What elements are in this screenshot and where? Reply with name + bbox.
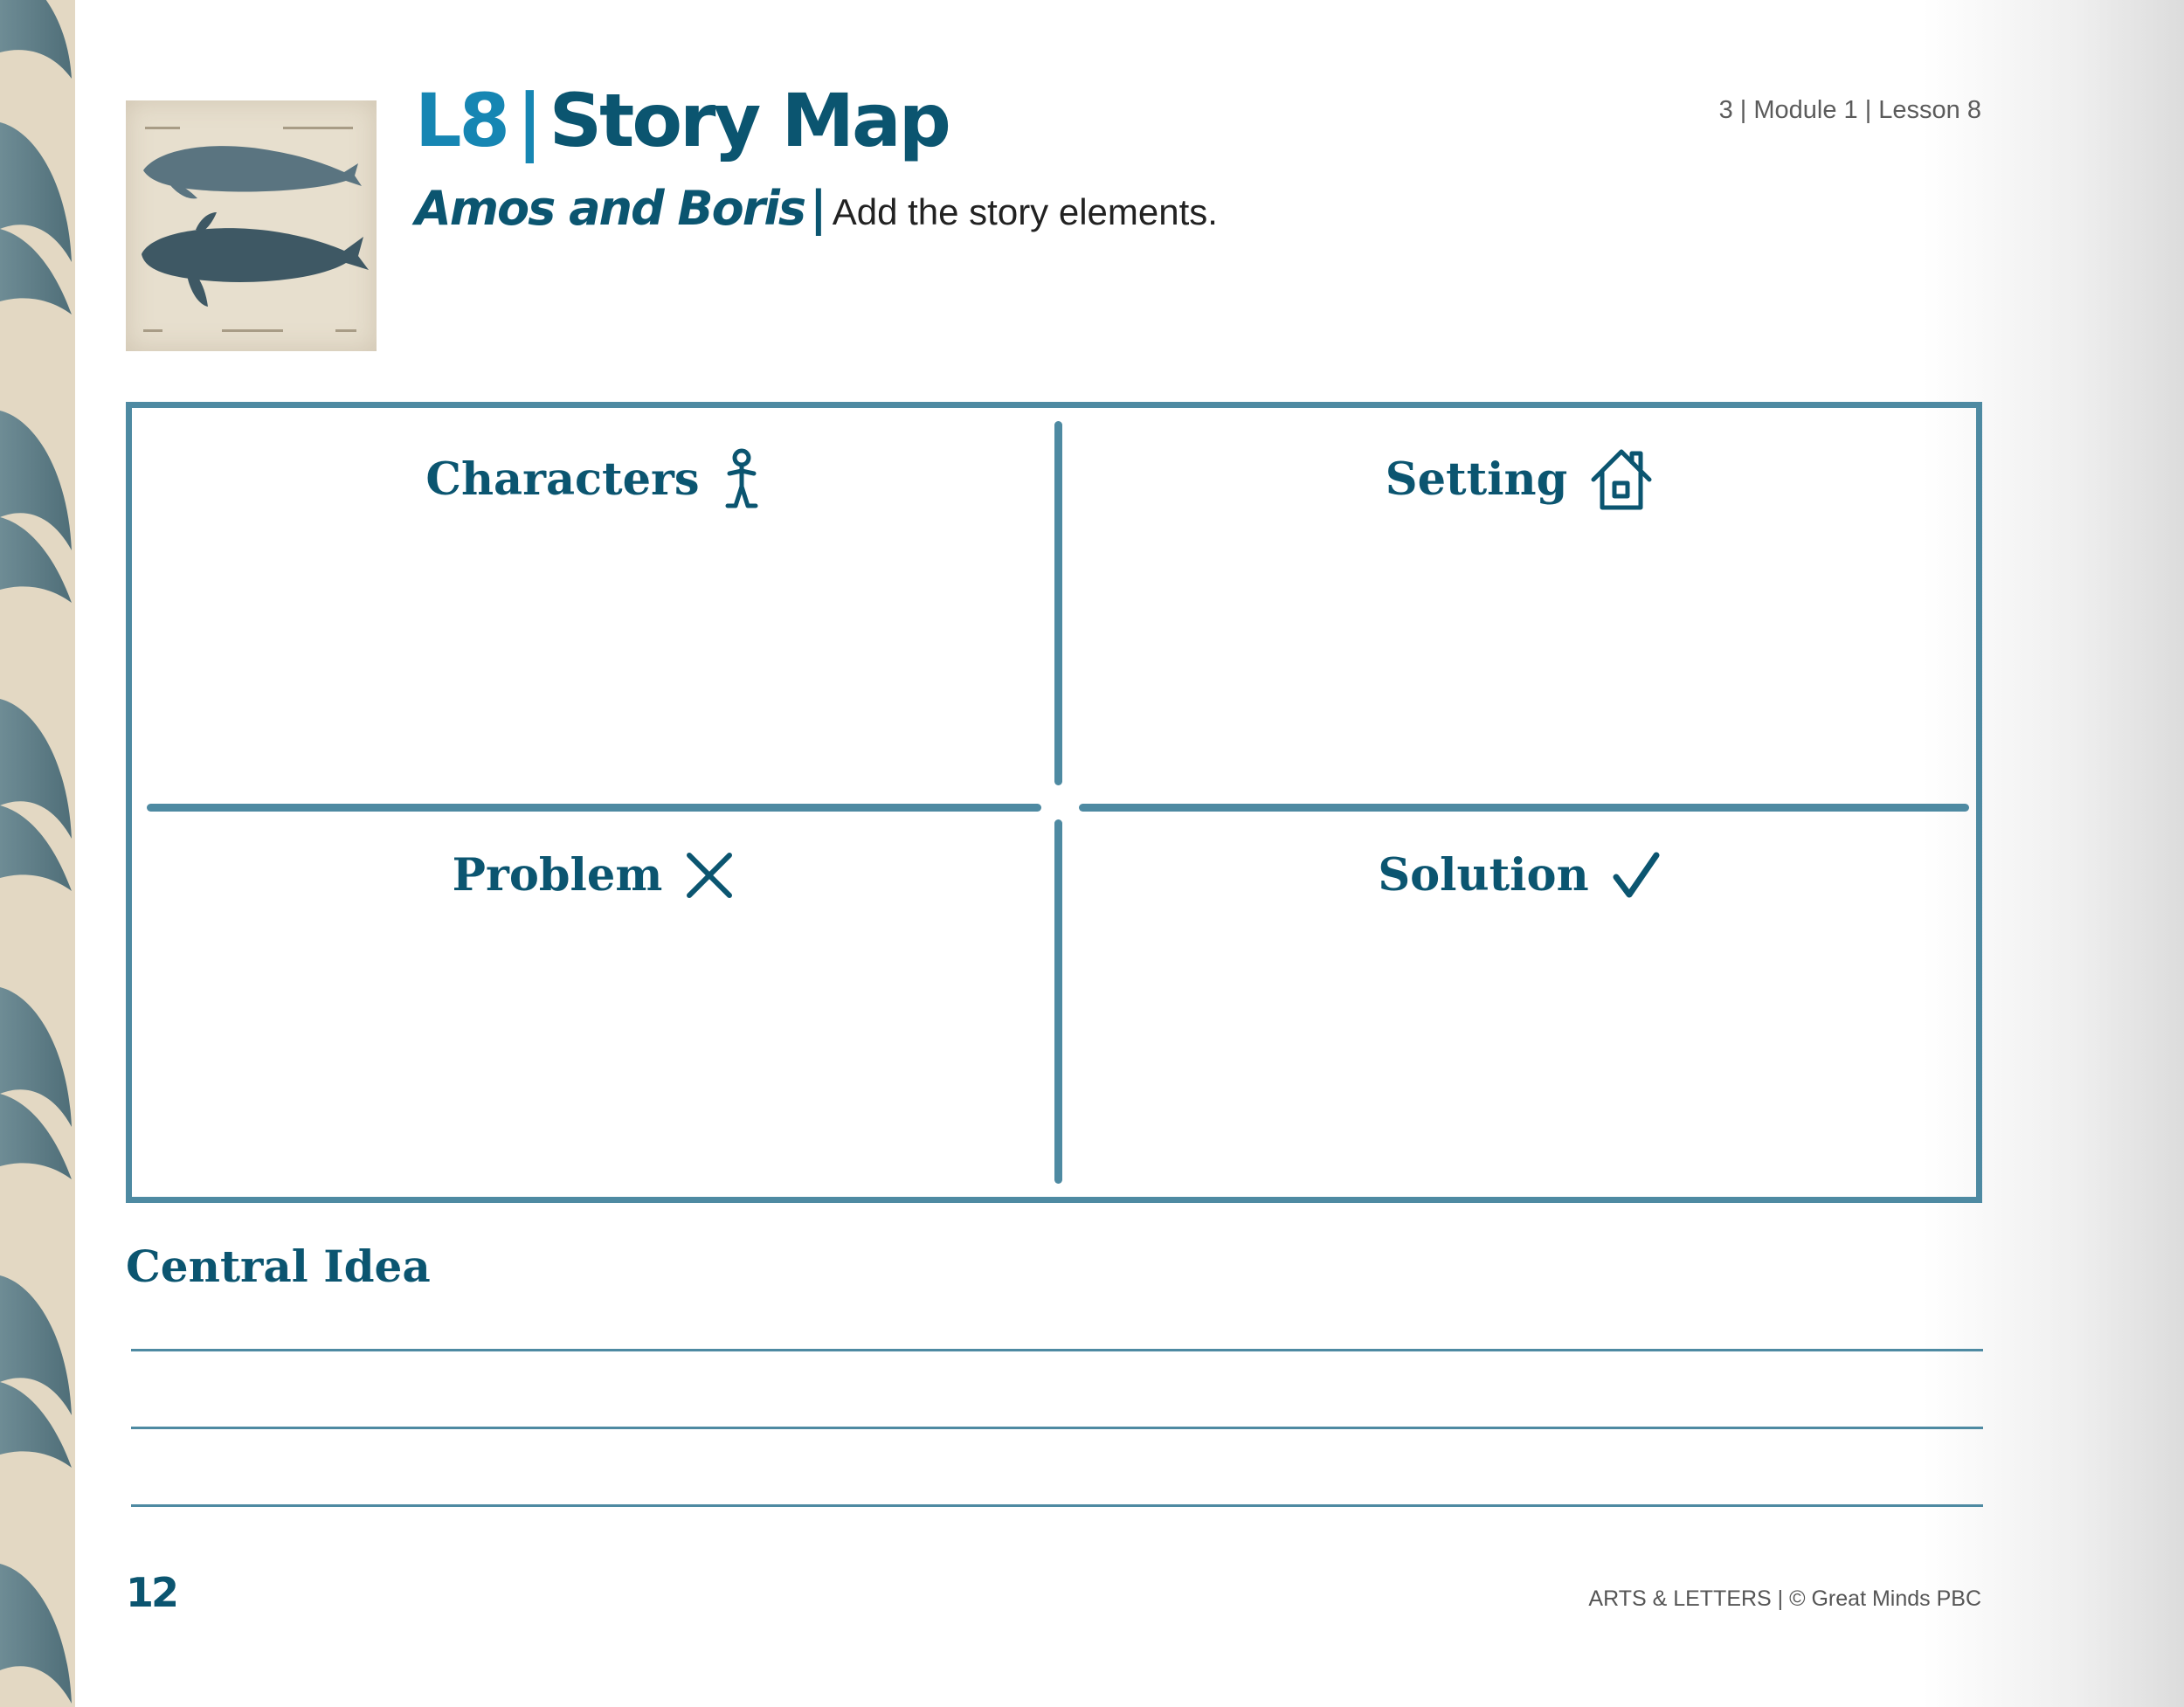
solution-label: Solution	[1378, 849, 1589, 902]
cell-characters[interactable]: Characters	[132, 445, 1054, 515]
vertical-divider-top	[1054, 421, 1062, 785]
cell-setting[interactable]: Setting	[1062, 445, 1976, 515]
checkmark-icon	[1613, 852, 1660, 898]
central-idea-writing-line[interactable]	[131, 1427, 1983, 1429]
page-number: 12	[126, 1569, 179, 1616]
decorative-edge-strip	[0, 0, 75, 1707]
central-idea-writing-line[interactable]	[131, 1504, 1983, 1507]
vertical-divider	[1054, 421, 1062, 1184]
vertical-divider-bottom	[1054, 819, 1062, 1184]
house-icon	[1591, 449, 1652, 510]
instruction-text: Add the story elements.	[832, 191, 1218, 232]
stick-figure-icon	[725, 448, 758, 508]
cell-problem[interactable]: Problem	[132, 840, 1054, 910]
book-title: Amos and Boris	[415, 181, 806, 236]
subtitle-separator: |	[809, 181, 827, 236]
footer-credit: ARTS & LETTERS | © Great Minds PBC	[1588, 1586, 1981, 1611]
whale-tail-pattern-icon	[0, 0, 72, 1704]
page-subtitle: Amos and Boris | Add the story elements.	[415, 185, 1218, 232]
page-title-text: Story Map	[549, 78, 951, 163]
whale-illustration-thumbnail	[126, 100, 377, 351]
lesson-code: L8	[415, 78, 510, 163]
horizontal-divider-left	[147, 804, 1041, 812]
cell-solution[interactable]: Solution	[1062, 840, 1976, 910]
central-idea-writing-line[interactable]	[131, 1349, 1983, 1351]
horizontal-divider-right	[1079, 804, 1969, 812]
setting-label: Setting	[1385, 453, 1568, 506]
lesson-reference: 3 | Module 1 | Lesson 8	[1718, 96, 1981, 124]
problem-label: Problem	[452, 849, 663, 902]
x-mark-icon	[687, 853, 733, 898]
title-separator: |	[515, 78, 543, 163]
characters-label: Characters	[425, 453, 700, 506]
central-idea-heading: Central Idea	[126, 1241, 431, 1292]
whale-illustration-icon	[142, 127, 369, 332]
story-map-grid: Characters Setting Problem Solution	[126, 402, 1982, 1203]
page-title: L8 | Story Map	[415, 84, 951, 157]
